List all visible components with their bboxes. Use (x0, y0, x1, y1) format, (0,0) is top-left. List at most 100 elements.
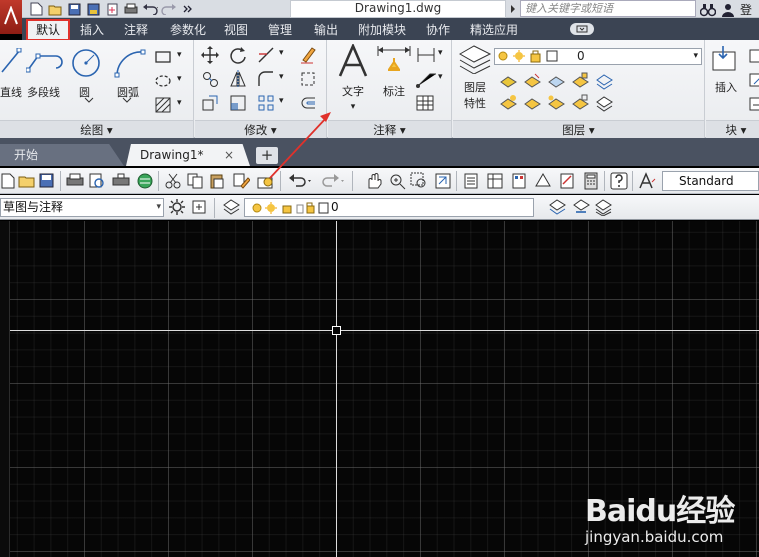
move-icon[interactable] (201, 46, 219, 64)
tb-text-style-icon[interactable] (638, 172, 656, 190)
block-panel-title[interactable]: 块 ▾ (706, 120, 759, 138)
stretch-icon[interactable] (201, 94, 219, 112)
layer-match-icon[interactable] (595, 72, 613, 90)
circle-dropdown-icon[interactable] (84, 96, 94, 104)
tb-zoom-previous-icon[interactable] (434, 172, 452, 190)
tb-help-icon[interactable] (610, 172, 628, 190)
layer-manager-icon[interactable] (222, 198, 240, 216)
tb-design-center-icon[interactable] (486, 172, 504, 190)
dimension-tool[interactable]: 标注 (376, 44, 412, 99)
tb-block-editor-icon[interactable] (256, 172, 274, 190)
tb-redo-icon[interactable] (320, 172, 346, 190)
tab-view[interactable]: 视图 (220, 20, 252, 40)
workspace-dropdown[interactable]: 草图与注释 ▾ (0, 198, 164, 217)
tb-properties-icon[interactable] (462, 172, 480, 190)
ellipse-icon[interactable] (154, 72, 172, 90)
layers-panel-title[interactable]: 图层 ▾ (453, 120, 704, 138)
rotate-icon[interactable] (229, 46, 247, 64)
tab-annotate[interactable]: 注释 (118, 20, 154, 40)
draw-panel-title[interactable]: 绘图 ▾ (0, 120, 193, 138)
block-attribute-icon[interactable] (748, 96, 759, 114)
trim-dropdown-icon[interactable]: ▾ (279, 48, 284, 58)
customize-icon[interactable] (190, 198, 208, 216)
tb-match-properties-icon[interactable] (232, 172, 250, 190)
annotation-panel-title[interactable]: 注释 ▾ (328, 120, 451, 138)
tab-featured-apps[interactable]: 精选应用 (464, 20, 524, 40)
tb-open-icon[interactable] (18, 172, 36, 190)
modify-panel-title[interactable]: 修改 ▾ (195, 120, 326, 138)
tab-collaborate[interactable]: 协作 (420, 20, 456, 40)
undo-icon[interactable] (142, 2, 158, 17)
tb-save-icon[interactable] (38, 172, 56, 190)
tab-addins[interactable]: 附加模块 (352, 20, 412, 40)
create-block-icon[interactable] (748, 48, 759, 66)
layer-unisolate-icon[interactable] (523, 94, 541, 112)
layer-properties-tool[interactable]: 图层 特性 (457, 44, 493, 111)
trim-icon[interactable] (257, 46, 275, 64)
application-menu-button[interactable] (0, 0, 22, 34)
close-tab-icon[interactable]: × (224, 144, 234, 166)
search-input[interactable]: 键入关键字或短语 (520, 0, 696, 17)
tb-zoom-realtime-icon[interactable] (388, 172, 406, 190)
tab-default[interactable]: 默认 (26, 19, 70, 41)
tb-pan-icon[interactable] (364, 172, 382, 190)
tb-tool-palettes-icon[interactable] (510, 172, 528, 190)
new-tab-button[interactable]: + (256, 147, 278, 164)
tb-markup-icon[interactable] (558, 172, 576, 190)
make-object-layer-current-icon[interactable] (548, 198, 566, 216)
layer-walk-icon[interactable] (595, 94, 613, 112)
layer-unlock-icon[interactable] (571, 94, 589, 112)
binoculars-icon[interactable] (700, 3, 716, 17)
fillet-dropdown-icon[interactable]: ▾ (279, 72, 284, 82)
layer-previous-icon[interactable] (572, 198, 590, 216)
mirror-icon[interactable] (229, 70, 247, 88)
save-as-icon[interactable] (85, 2, 101, 17)
tb-calculator-icon[interactable] (582, 172, 600, 190)
web-mobile-icon[interactable] (104, 2, 120, 17)
open-file-icon[interactable] (47, 2, 63, 17)
tb-cut-icon[interactable] (164, 172, 182, 190)
tb-plot-icon[interactable] (66, 172, 84, 190)
circle-icon[interactable] (70, 48, 102, 78)
layer-isolate-icon[interactable] (523, 72, 541, 90)
arc-dropdown-icon[interactable] (122, 96, 132, 104)
user-icon[interactable] (722, 3, 734, 17)
scale-icon[interactable] (229, 94, 247, 112)
edit-block-icon[interactable] (748, 72, 759, 90)
layer-states-icon[interactable] (594, 198, 612, 216)
ellipse-dropdown-icon[interactable]: ▾ (177, 74, 182, 84)
tab-output[interactable]: 输出 (308, 20, 344, 40)
rectangle-dropdown-icon[interactable]: ▾ (177, 50, 182, 60)
tb-paste-icon[interactable] (208, 172, 226, 190)
layer-dropdown[interactable]: 0 ▾ (494, 48, 702, 65)
search-expand-icon[interactable] (508, 2, 518, 16)
leader-dropdown-icon[interactable]: ▾ (438, 72, 443, 82)
redo-icon[interactable] (161, 2, 177, 17)
ribbon-minimize-toggle[interactable] (570, 23, 594, 35)
tb-undo-icon[interactable] (288, 172, 314, 190)
array-icon[interactable] (257, 94, 275, 112)
linear-dimension-dropdown-icon[interactable]: ▾ (438, 48, 443, 58)
tb-publish-icon[interactable] (112, 172, 130, 190)
tab-insert[interactable]: 插入 (74, 20, 110, 40)
sign-in-label[interactable]: 登 (740, 1, 752, 18)
tb-plot-preview-icon[interactable] (88, 172, 106, 190)
workspace-settings-icon[interactable] (168, 198, 186, 216)
linear-dimension-icon[interactable] (416, 46, 438, 64)
drawing-tab[interactable]: Drawing1* × (126, 144, 250, 166)
layer-thaw-icon[interactable] (547, 94, 565, 112)
layer-on-icon[interactable] (499, 94, 517, 112)
save-icon[interactable] (66, 2, 82, 17)
text-style-dropdown[interactable]: Standard (662, 171, 759, 191)
tb-copy-icon[interactable] (186, 172, 204, 190)
tab-parametric[interactable]: 参数化 (164, 20, 212, 40)
layer-off-icon[interactable] (499, 72, 517, 90)
rectangle-icon[interactable] (154, 48, 172, 66)
line-label[interactable]: 直线 (0, 84, 22, 100)
polyline-icon[interactable] (26, 50, 64, 74)
table-icon[interactable] (416, 94, 434, 112)
layer-toolbar-dropdown[interactable]: 0 (244, 198, 534, 217)
offset-icon[interactable] (299, 94, 317, 112)
arc-icon[interactable] (113, 48, 147, 78)
fillet-icon[interactable] (257, 70, 275, 88)
